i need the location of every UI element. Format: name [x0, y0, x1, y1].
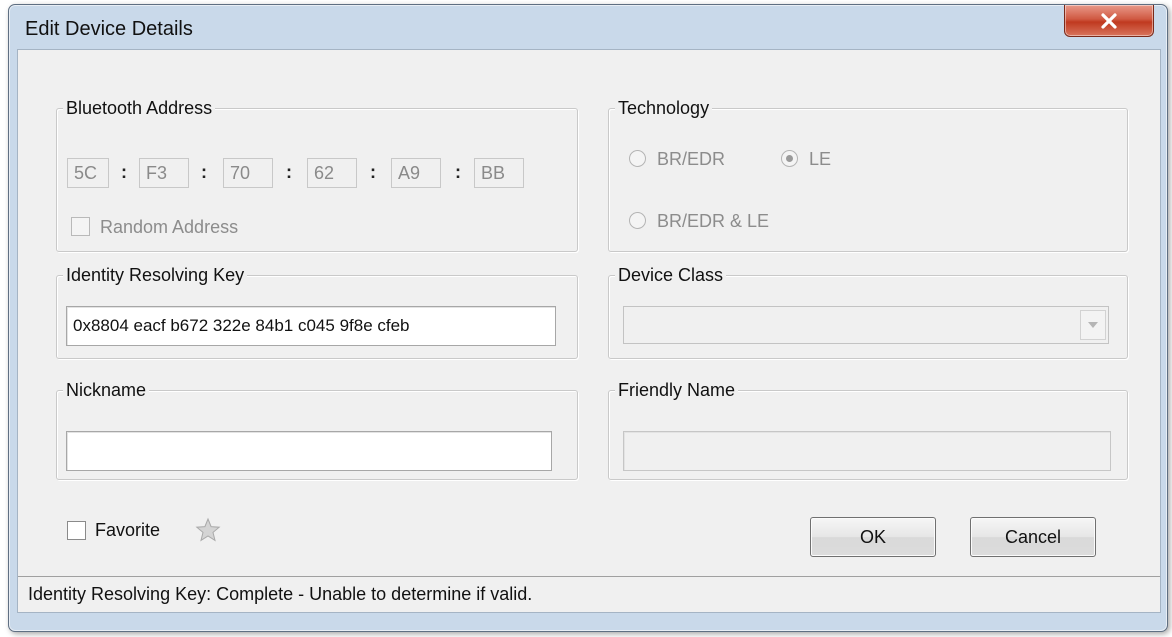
status-bar: Identity Resolving Key: Complete - Unabl…	[18, 576, 1160, 612]
address-separator: :	[201, 162, 207, 182]
chevron-down-icon	[1088, 322, 1098, 328]
device-class-group: Device Class	[608, 264, 1128, 359]
ok-button[interactable]: OK	[810, 517, 936, 557]
favorite-label[interactable]: Favorite	[95, 519, 160, 541]
friendly-name-group: Friendly Name	[608, 379, 1128, 480]
address-octet-6: BB	[474, 158, 524, 188]
bluetooth-address-label: Bluetooth Address	[63, 97, 216, 119]
favorite-checkbox[interactable]	[67, 521, 86, 540]
status-text: Identity Resolving Key: Complete - Unabl…	[28, 584, 533, 604]
radio-le-label: LE	[809, 149, 832, 169]
device-class-label: Device Class	[615, 264, 727, 286]
address-octet-3: 70	[223, 158, 273, 188]
friendly-name-label: Friendly Name	[615, 379, 739, 401]
radio-br-edr-le-label: BR/EDR & LE	[657, 211, 770, 231]
address-octet-5: A9	[391, 158, 441, 188]
radio-br-edr-le	[629, 212, 646, 229]
cancel-button[interactable]: Cancel	[970, 517, 1096, 557]
address-octet-1: 5C	[67, 158, 109, 188]
edit-device-dialog: Edit Device Details Bluetooth Address 5C…	[8, 4, 1168, 632]
address-octet-2: F3	[139, 158, 189, 188]
technology-group: Technology BR/EDR LE BR/EDR & LE	[608, 97, 1128, 252]
radio-le	[781, 150, 798, 167]
title-bar[interactable]: Edit Device Details	[9, 5, 1167, 49]
address-separator: :	[286, 162, 292, 182]
technology-label: Technology	[615, 97, 713, 119]
identity-resolving-key-label: Identity Resolving Key	[63, 264, 248, 286]
nickname-group: Nickname	[56, 379, 578, 480]
close-x-icon	[1101, 12, 1117, 29]
address-separator: :	[370, 162, 376, 182]
device-class-dropdown	[623, 306, 1109, 344]
nickname-input[interactable]	[66, 431, 552, 471]
dropdown-arrow-button	[1080, 310, 1106, 340]
radio-br-edr-label: BR/EDR	[657, 149, 726, 169]
nickname-label: Nickname	[63, 379, 150, 401]
address-octet-4: 62	[307, 158, 357, 188]
dialog-title: Edit Device Details	[25, 18, 193, 40]
star-icon[interactable]	[195, 517, 221, 543]
address-separator: :	[121, 162, 127, 182]
bluetooth-address-group: Bluetooth Address 5C : F3 : 70 : 62 : A9…	[56, 97, 578, 252]
close-button[interactable]	[1064, 5, 1154, 37]
random-address-checkbox	[71, 217, 90, 236]
friendly-name-input	[623, 431, 1111, 471]
identity-resolving-key-group: Identity Resolving Key 0x8804 eacf b672 …	[56, 264, 578, 359]
radio-br-edr	[629, 150, 646, 167]
address-separator: :	[455, 162, 461, 182]
random-address-label: Random Address	[100, 217, 239, 237]
radio-selected-dot	[786, 155, 793, 162]
identity-resolving-key-input[interactable]: 0x8804 eacf b672 322e 84b1 c045 9f8e cfe…	[66, 306, 556, 346]
dialog-client-area: Bluetooth Address 5C : F3 : 70 : 62 : A9…	[17, 49, 1161, 613]
